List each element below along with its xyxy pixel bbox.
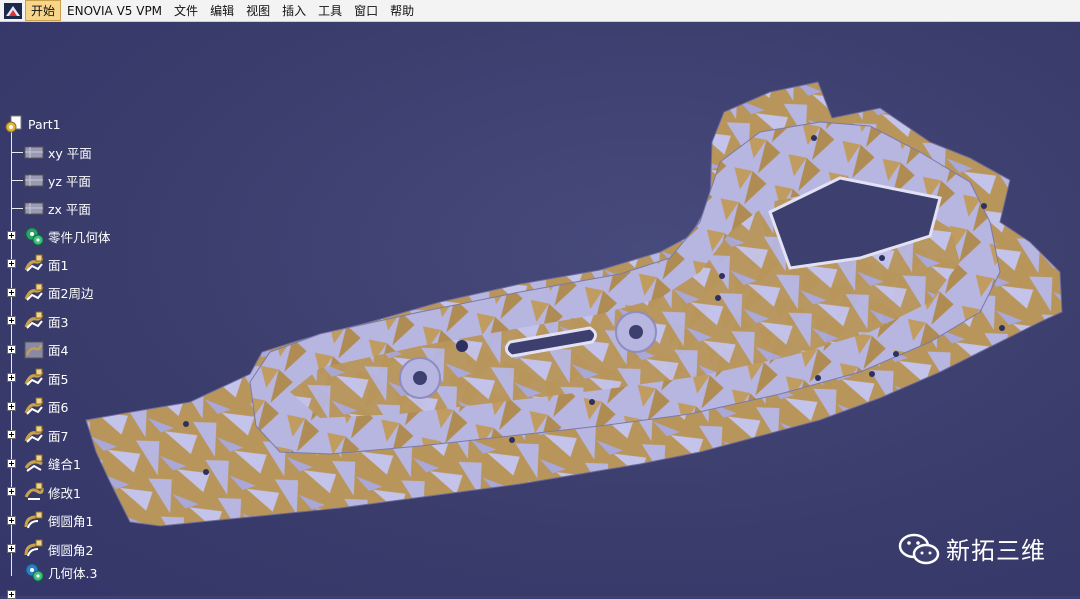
tree-root-part1[interactable]: Part1 (4, 113, 61, 135)
join-icon (24, 454, 43, 472)
expand-icon[interactable] (7, 344, 16, 354)
plane-icon (24, 202, 44, 215)
tree-label: 倒圆角2 (48, 542, 94, 558)
tree-item-zx-plane[interactable]: zx 平面 (24, 197, 91, 219)
watermark-text: 新拓三维 (946, 537, 1046, 565)
expand-icon[interactable] (7, 316, 16, 325)
tree-item-feature[interactable]: 倒圆角1 (24, 510, 93, 532)
surface-icon (24, 425, 44, 443)
tree-label: 零件几何体 (48, 229, 111, 245)
surface-icon (24, 283, 44, 301)
tree-item-xy-plane[interactable]: xy 平面 (24, 141, 92, 163)
menu-insert[interactable]: 插入 (276, 0, 312, 21)
part-icon (5, 115, 22, 133)
menu-bar: 开始 ENOVIA V5 VPM 文件 编辑 视图 插入 工具 窗口 帮助 (0, 0, 1080, 22)
expand-icon[interactable] (7, 544, 16, 553)
plane-icon (24, 146, 44, 159)
surface-icon (24, 254, 44, 272)
tree-label: 面2周边 (48, 286, 94, 301)
surface-icon (24, 368, 44, 386)
surface-icon (24, 311, 44, 329)
tree-label: yz 平面 (48, 173, 91, 189)
plane-icon (24, 174, 44, 187)
catia-logo-icon[interactable] (4, 2, 22, 19)
tree-item-feature[interactable]: 面4 (24, 339, 68, 361)
tree-label: zx 平面 (48, 201, 91, 217)
menu-help[interactable]: 帮助 (384, 0, 420, 21)
specification-tree: Part1 xy 平面 yz 平面 zx 平面 零件几何体 面1 面2周边 面3… (0, 22, 200, 599)
tree-item-feature[interactable]: 缝合1 (24, 453, 81, 475)
expand-icon[interactable] (7, 259, 16, 268)
fillet-icon (24, 511, 43, 528)
expand-icon[interactable] (7, 231, 16, 240)
tree-item-feature[interactable]: 面2周边 (24, 282, 93, 304)
tree-item-body-3[interactable]: 几何体.3 (24, 561, 97, 583)
menu-tools[interactable]: 工具 (312, 0, 348, 21)
tree-item-yz-plane[interactable]: yz 平面 (24, 169, 91, 191)
expand-icon[interactable] (7, 515, 16, 525)
tree-label: 几何体.3 (48, 565, 98, 581)
expand-icon[interactable] (7, 430, 16, 439)
tree-item-feature[interactable]: 面7 (24, 424, 68, 446)
tree-item-feature[interactable]: 面3 (24, 310, 68, 332)
body-gears-icon (25, 563, 44, 582)
tree-item-feature[interactable]: 面6 (24, 396, 68, 418)
tree-label: xy 平面 (48, 145, 92, 161)
tree-label: 面6 (48, 400, 69, 415)
expand-icon[interactable] (7, 458, 16, 468)
surface-icon (24, 397, 44, 415)
tree-label: 面7 (48, 428, 69, 444)
tree-item-part-body[interactable]: 零件几何体 (24, 225, 111, 247)
menu-edit[interactable]: 编辑 (204, 0, 240, 21)
modify-icon (24, 482, 44, 500)
watermark: 新拓三维 (898, 531, 1046, 566)
surface-hidden-icon (24, 341, 44, 358)
tree-label: 面4 (48, 343, 69, 358)
expand-icon[interactable] (7, 487, 16, 496)
expand-icon[interactable] (7, 590, 16, 599)
menu-window[interactable]: 窗口 (348, 0, 384, 21)
tree-label: 倒圆角1 (48, 514, 94, 529)
tree-item-feature[interactable]: 倒圆角2 (24, 538, 93, 560)
tree-label: 面3 (48, 314, 69, 330)
wechat-icon (898, 533, 940, 564)
3d-viewport[interactable]: Part1 xy 平面 yz 平面 zx 平面 零件几何体 面1 面2周边 面3… (0, 22, 1080, 599)
tree-label: 修改1 (48, 485, 81, 501)
tree-item-feature[interactable]: 面1 (24, 253, 68, 275)
expand-icon[interactable] (7, 287, 16, 297)
menu-start[interactable]: 开始 (25, 0, 62, 21)
menu-view[interactable]: 视图 (240, 0, 276, 21)
tree-label: 面1 (48, 257, 69, 273)
expand-icon[interactable] (7, 373, 16, 382)
tree-item-feature[interactable]: 面5 (24, 367, 68, 389)
tree-label: 面5 (48, 371, 69, 387)
menu-enovia[interactable]: ENOVIA V5 VPM (61, 2, 168, 20)
fillet-icon (24, 539, 43, 557)
expand-icon[interactable] (7, 401, 16, 411)
tree-item-feature[interactable]: 修改1 (24, 481, 81, 503)
tree-label: Part1 (28, 116, 61, 132)
body-gears-icon (25, 227, 44, 246)
menu-file[interactable]: 文件 (168, 0, 204, 21)
tree-label: 缝合1 (48, 457, 81, 472)
